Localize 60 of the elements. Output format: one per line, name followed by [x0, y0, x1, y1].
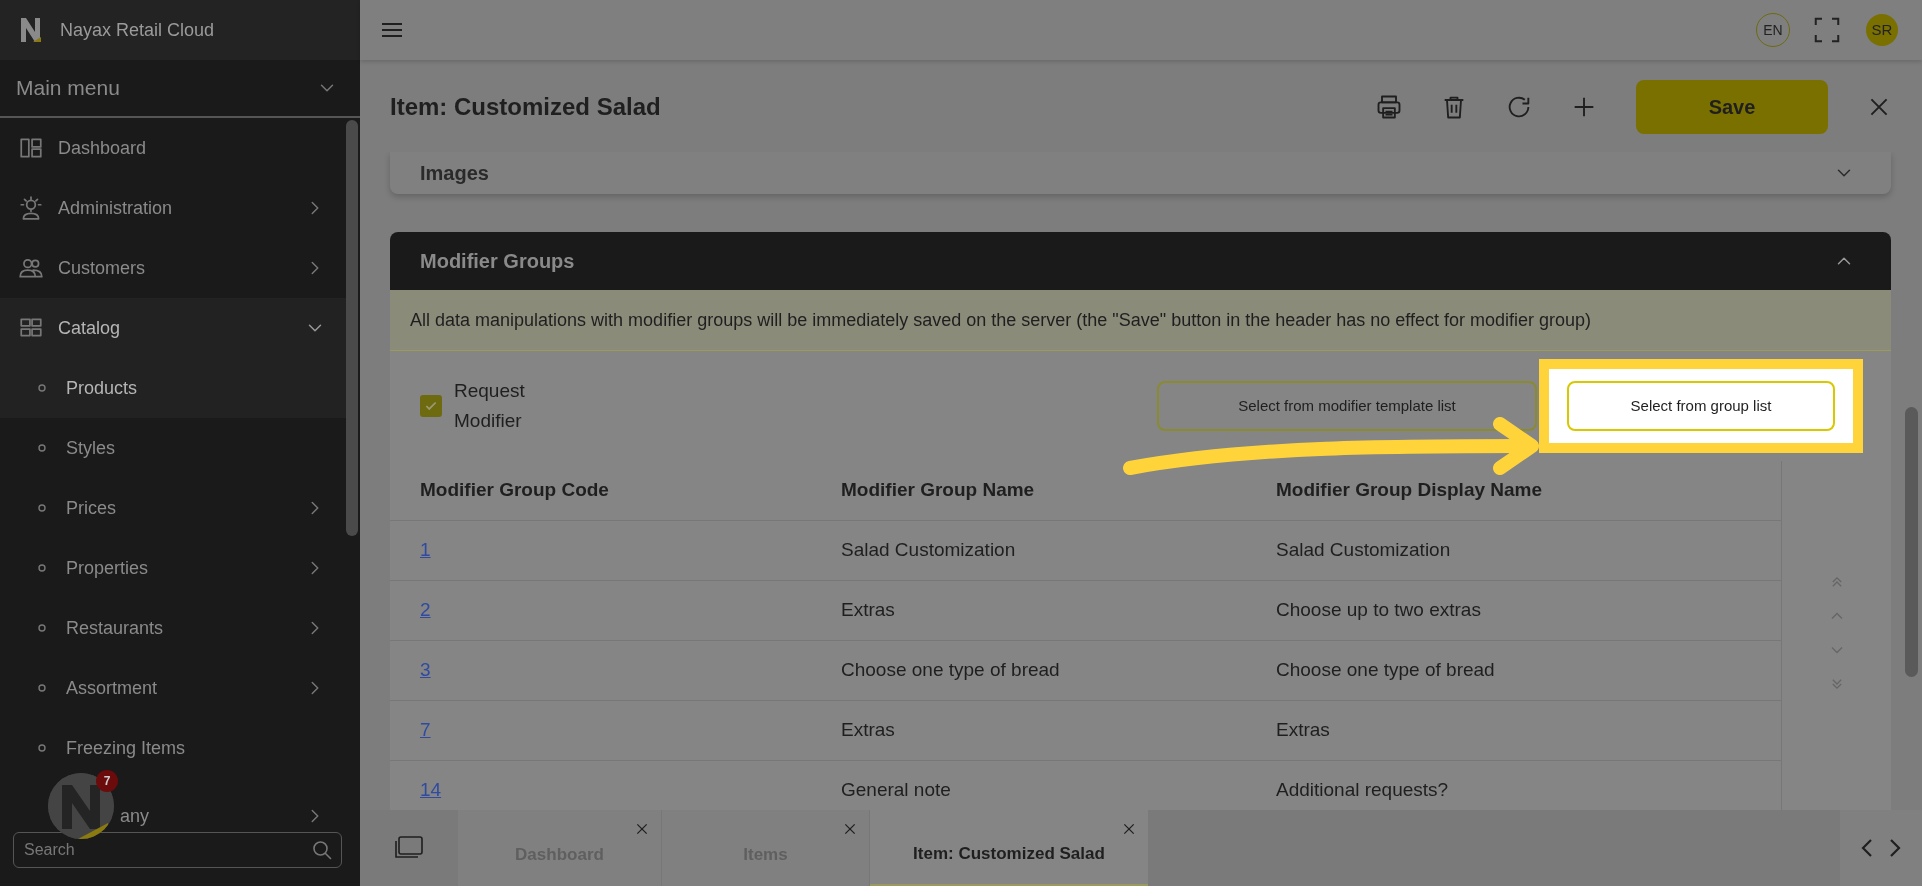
check-icon — [424, 399, 438, 413]
table-cell: Choose one type of bread — [1276, 659, 1495, 681]
select-button[interactable]: Select from group list — [1567, 381, 1835, 431]
save-button[interactable]: Save — [1636, 80, 1828, 134]
scrollbar-thumb[interactable] — [1905, 407, 1918, 677]
bullet-icon — [38, 444, 46, 452]
layout-icon — [18, 135, 44, 161]
user-gear-icon — [18, 195, 44, 221]
section-header[interactable]: Modifier Groups — [390, 232, 1891, 290]
checkbox-label: Request Modifier — [454, 379, 526, 433]
sidebar-item[interactable]: Customers — [0, 238, 346, 298]
sidebar-item[interactable]: any — [0, 796, 346, 832]
app-title: Nayax Retail Cloud — [60, 18, 215, 42]
bullet-icon — [38, 624, 46, 632]
close-icon[interactable] — [1122, 822, 1136, 836]
previous-icon[interactable] — [1859, 837, 1875, 859]
table-cell: Extras — [841, 599, 895, 621]
checkbox[interactable] — [420, 395, 442, 417]
sidebar-subitem[interactable]: Prices — [0, 478, 346, 538]
close-icon[interactable] — [843, 822, 857, 836]
table-cell: Extras — [841, 719, 895, 741]
page-title: Item: Customized Salad — [390, 92, 662, 122]
bullet-icon — [38, 564, 46, 572]
sidebar-subitem[interactable]: Restaurants — [0, 598, 346, 658]
scrollbar-thumb[interactable] — [346, 120, 358, 536]
table-cell: Salad Customization — [841, 539, 1016, 561]
sidebar-item[interactable]: Administration — [0, 178, 346, 238]
table-cell: Choose one type of bread — [841, 659, 1060, 681]
windows-icon[interactable] — [394, 835, 424, 861]
search-icon — [310, 838, 334, 862]
bullet-icon — [38, 504, 46, 512]
sidebar-item[interactable]: Dashboard — [0, 118, 346, 178]
next-icon[interactable] — [1887, 837, 1903, 859]
column-header[interactable]: Modifier Group Display Name — [1276, 476, 1781, 505]
user-avatar[interactable]: SR — [1866, 14, 1898, 46]
sidebar-subitem[interactable]: Styles — [0, 418, 346, 478]
print-icon[interactable] — [1375, 93, 1403, 121]
bullet-icon — [38, 744, 46, 752]
sidebar-subitem[interactable]: Properties — [0, 538, 346, 598]
bullet-icon — [38, 684, 46, 692]
table-cell: Salad Customization — [1276, 539, 1451, 561]
table-cell: Additional requests? — [1276, 779, 1449, 801]
sidebar-subitem[interactable]: Assortment — [0, 658, 346, 718]
section-header[interactable]: Images — [390, 152, 1891, 194]
info-notice: All data manipulations with modifier groups will be immediately saved on the server (the "Save" button in the header has no effect for modifier group) — [390, 290, 1891, 351]
table-cell: General note — [841, 779, 951, 801]
column-header[interactable]: Modifier Group Name — [841, 476, 1276, 505]
fullscreen-icon[interactable] — [1812, 15, 1842, 45]
tab[interactable]: Item: Customized Salad — [870, 810, 1148, 886]
bullet-icon — [38, 384, 46, 392]
logo-icon — [20, 17, 42, 43]
notification-badge: 7 — [96, 770, 118, 792]
search-field[interactable]: Search — [13, 832, 342, 868]
column-header[interactable]: Modifier Group Code — [420, 476, 841, 505]
sidebar-subitem[interactable]: Products — [0, 358, 346, 418]
table-cell: Extras — [1276, 719, 1330, 741]
select-button[interactable]: Select from modifier template list — [1157, 381, 1537, 431]
close-icon[interactable] — [635, 822, 649, 836]
sidebar-item[interactable]: Catalog — [0, 298, 346, 358]
table-cell: Choose up to two extras — [1276, 599, 1481, 621]
